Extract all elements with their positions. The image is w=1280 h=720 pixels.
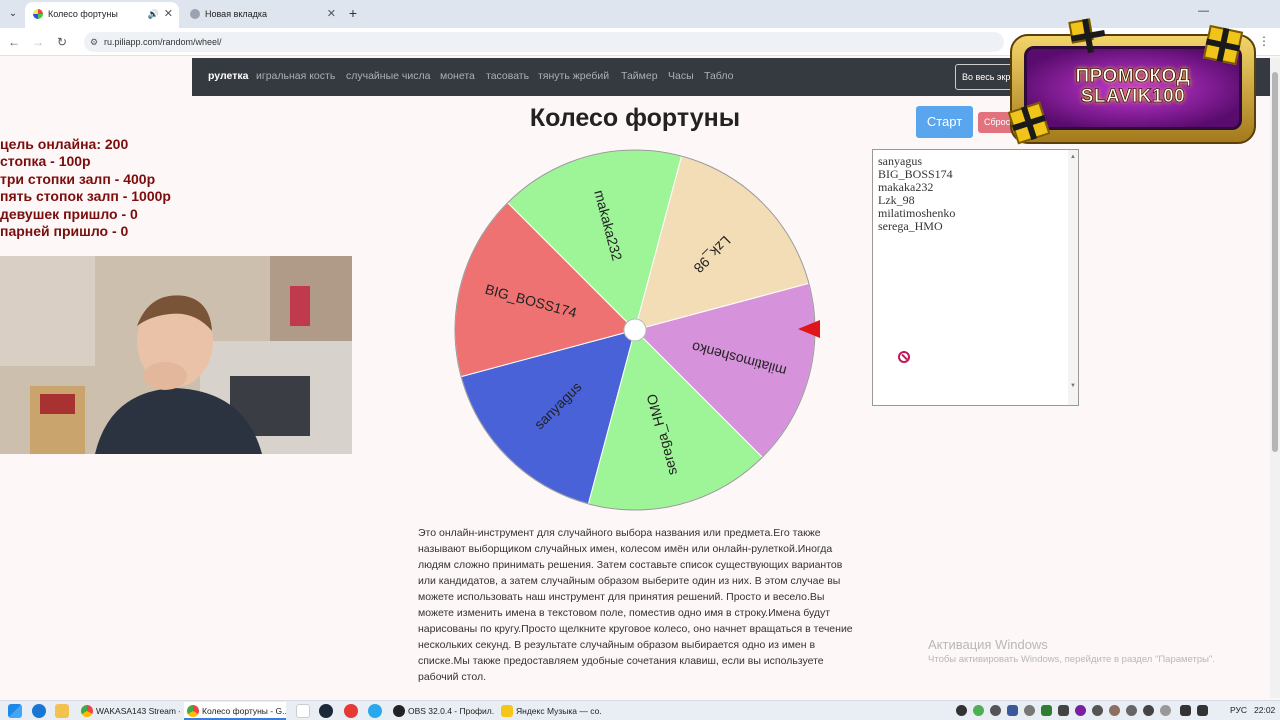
windows-activation-watermark: Активация Windows Чтобы активировать Win… <box>928 637 1215 665</box>
nav-item-roulette[interactable]: рулетка <box>208 70 248 82</box>
nav-item-dice[interactable]: игральная кость <box>256 70 335 82</box>
tab-search-icon[interactable]: ⌄ <box>4 5 22 23</box>
name-line: serega_HMO <box>878 219 943 233</box>
promo-code-overlay: ПРОМОКОД SLAVIK100 <box>1007 18 1256 145</box>
taskbar-app-obs[interactable]: OBS 32.0.4 - Профил... <box>390 702 494 720</box>
tab-title: Колесо фортуны <box>48 9 118 19</box>
description-text: Это онлайн-инструмент для случайного выб… <box>418 527 853 683</box>
back-icon[interactable]: ← <box>6 34 22 50</box>
obs-icon <box>393 705 405 717</box>
windows-taskbar: WAKASA143 Stream -... Колесо фортуны - G… <box>0 700 1280 720</box>
stream-stats-overlay: цель онлайна: 200 стопка - 100р три стоп… <box>0 136 200 240</box>
taskbar-app-label: Яндекс Музыка — со... <box>516 706 602 716</box>
nav-item-random-numbers[interactable]: случайные числа <box>346 70 430 82</box>
tray-app-icon[interactable] <box>1143 705 1154 716</box>
piliapp-favicon-icon <box>33 9 43 19</box>
edge-browser-icon[interactable] <box>32 704 46 718</box>
minimize-icon[interactable]: — <box>1198 5 1209 17</box>
menu-kebab-icon[interactable]: ⋮ <box>1258 34 1270 48</box>
close-tab-icon[interactable]: ✕ <box>327 2 336 26</box>
stats-line: девушек пришло - 0 <box>0 205 138 222</box>
start-windows-icon[interactable] <box>8 704 22 718</box>
taskbar-app-label: WAKASA143 Stream -... <box>96 706 180 716</box>
chrome-icon <box>81 705 93 717</box>
scroll-up-icon[interactable]: ▲ <box>1070 151 1076 164</box>
stats-line: пять стопок залп - 1000р <box>0 188 171 205</box>
textarea-scrollbar[interactable]: ▲ ▼ <box>1068 150 1078 405</box>
fortune-wheel[interactable]: sanyagusBIG_BOSS174makaka232 Lzk_98milati… <box>450 145 820 515</box>
nav-item-shuffle[interactable]: тасовать <box>486 70 529 82</box>
file-explorer-icon[interactable] <box>55 704 69 718</box>
nav-item-clock[interactable]: Часы <box>668 70 694 82</box>
stats-line: парней пришло - 0 <box>0 223 129 240</box>
tray-app-icon[interactable] <box>973 705 984 716</box>
tab-new[interactable]: Новая вкладка ✕ <box>182 2 342 28</box>
steam-icon[interactable] <box>319 704 333 718</box>
site-info-icon[interactable]: ⚙ <box>90 32 98 52</box>
stats-line: три стопки залп - 400р <box>0 170 156 187</box>
not-allowed-cursor-icon <box>898 351 910 363</box>
tray-app-icon[interactable] <box>990 705 1001 716</box>
chrome-favicon-icon <box>190 9 200 19</box>
promo-label: ПРОМОКОД <box>1075 66 1191 88</box>
tray-app-icon[interactable] <box>1160 705 1171 716</box>
page-scrollbar[interactable] <box>1270 58 1280 698</box>
page-scrollbar-thumb[interactable] <box>1272 72 1278 452</box>
tray-obs-icon[interactable] <box>956 705 967 716</box>
telegram-icon[interactable] <box>368 704 382 718</box>
nav-item-timer[interactable]: Таймер <box>621 70 658 82</box>
volume-icon[interactable] <box>1180 705 1191 716</box>
tray-app-icon[interactable] <box>1092 705 1103 716</box>
chrome-icon <box>187 705 199 717</box>
tab-wheel[interactable]: Колесо фортуны 🔊 ✕ <box>25 2 179 28</box>
stats-line: цель онлайна: 200 <box>0 136 129 152</box>
tab-title: Новая вкладка <box>205 9 268 19</box>
taskbar-app-wheel[interactable]: Колесо фортуны - G... <box>184 702 286 720</box>
forward-icon[interactable]: → <box>30 34 46 50</box>
yandex-icon[interactable] <box>344 704 358 718</box>
tray-app-icon[interactable] <box>1075 705 1086 716</box>
tray-app-icon[interactable] <box>1126 705 1137 716</box>
taskbar-app-label: Колесо фортуны - G... <box>202 706 286 716</box>
taskbar-app-label: OBS 32.0.4 - Профил... <box>408 706 494 716</box>
close-tab-icon[interactable]: ✕ <box>164 2 173 26</box>
reload-icon[interactable]: ↻ <box>54 34 70 50</box>
stats-line: стопка - 100р <box>0 153 91 170</box>
url-field[interactable]: ⚙ ru.piliapp.com/random/wheel/ <box>84 32 1004 52</box>
wheel-center-hub <box>623 318 647 342</box>
nav-item-scoreboard[interactable]: Табло <box>704 70 733 82</box>
taskbar-app-music[interactable]: Яндекс Музыка — со... <box>498 702 602 720</box>
gift-icon <box>1068 18 1094 44</box>
gift-icon <box>1202 24 1244 66</box>
yandex-browser-icon[interactable] <box>296 704 310 718</box>
start-button[interactable]: Старт <box>916 106 973 138</box>
tray-app-icon[interactable] <box>1007 705 1018 716</box>
nav-item-coin[interactable]: монета <box>440 70 475 82</box>
scroll-down-icon[interactable]: ▼ <box>1070 380 1076 393</box>
taskbar-app-stream[interactable]: WAKASA143 Stream -... <box>78 702 180 720</box>
tray-app-icon[interactable] <box>1024 705 1035 716</box>
activation-title: Активация Windows <box>928 637 1048 652</box>
yandex-music-icon <box>501 705 513 717</box>
activation-subtitle: Чтобы активировать Windows, перейдите в … <box>928 654 1215 665</box>
clock[interactable]: 22:02 <box>1254 701 1275 720</box>
names-textarea[interactable]: sanyagus BIG_BOSS174 makaka232 Lzk_98 mi… <box>872 149 1079 406</box>
webcam-overlay <box>0 256 352 454</box>
nav-item-draw-lots[interactable]: тянуть жребий <box>538 70 609 82</box>
speaker-icon[interactable]: 🔊 <box>148 2 159 26</box>
network-icon[interactable] <box>1197 705 1208 716</box>
tray-app-icon[interactable] <box>1058 705 1069 716</box>
promo-code: SLAVIK100 <box>1080 86 1186 108</box>
tray-app-icon[interactable] <box>1041 705 1052 716</box>
tray-app-icon[interactable] <box>1109 705 1120 716</box>
url-text: ru.piliapp.com/random/wheel/ <box>104 37 222 47</box>
new-tab-icon[interactable]: + <box>345 5 361 21</box>
language-indicator[interactable]: РУС <box>1230 701 1247 720</box>
page-title: Колесо фортуны <box>529 104 741 132</box>
